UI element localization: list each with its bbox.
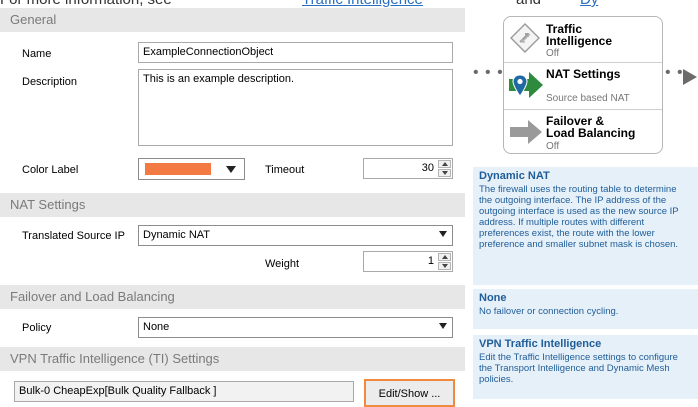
timeout-spin-buttons[interactable] <box>438 160 451 177</box>
description-input[interactable]: This is an example description. <box>138 69 453 146</box>
timeout-value: 30 <box>421 162 434 174</box>
failover-title-2: Load Balancing <box>546 126 636 140</box>
weight-spin-buttons[interactable] <box>438 253 451 270</box>
right-dots: • • <box>665 64 684 81</box>
info-dynamic-nat-text: The firewall uses the routing table to d… <box>479 184 679 250</box>
info-none-text: No failover or connection cycling. <box>479 306 619 317</box>
weight-stepper[interactable]: 1 <box>363 251 453 272</box>
traffic-intelligence-status: Off <box>546 48 560 59</box>
name-label: Name <box>22 48 52 60</box>
card-row-nat-settings[interactable]: NAT Settings Source based NAT <box>504 62 662 109</box>
chevron-down-icon <box>439 323 447 329</box>
info-dynamic-nat: Dynamic NAT The firewall uses the routin… <box>473 167 698 285</box>
intro-text: For more information, see Traffic Intell… <box>0 0 698 8</box>
info-vpn-ti: VPN Traffic Intelligence Edit the Traffi… <box>473 335 698 399</box>
chevron-down-icon <box>226 166 236 173</box>
failover-status: Off <box>546 141 560 152</box>
info-none-title: None <box>479 292 507 304</box>
policy-select[interactable]: None <box>138 317 453 338</box>
card-row-failover[interactable]: Failover & Load Balancing Off <box>504 109 662 153</box>
name-input[interactable]: ExampleConnectionObject <box>138 42 453 63</box>
flow-arrow-icon <box>683 69 697 85</box>
intro-text-start: For more information, see <box>0 0 172 8</box>
color-swatch <box>145 163 211 175</box>
spin-up-icon[interactable] <box>438 253 451 261</box>
policy-label: Policy <box>22 322 52 334</box>
description-label: Description <box>22 76 78 88</box>
feature-card: Traffic Intelligence Off NAT Settings So… <box>503 16 663 154</box>
traffic-intelligence-link[interactable]: Traffic Intelligence <box>302 0 423 8</box>
connection-object-settings: General Name ExampleConnectionObject Des… <box>0 8 465 407</box>
timeout-label: Timeout <box>265 164 305 176</box>
color-label-select[interactable] <box>138 158 245 180</box>
left-dots: • • • <box>473 64 504 81</box>
translated-source-ip-label: Translated Source IP <box>22 230 125 242</box>
timeout-stepper[interactable]: 30 <box>363 158 453 179</box>
connection-diagram: • • • Traffic Intelligence Off NAT Setti… <box>473 8 698 156</box>
section-failover: Failover and Load Balancing <box>0 285 465 309</box>
traffic-intelligence-title-2: Intelligence <box>546 34 613 48</box>
color-label-label: Color Label <box>22 164 79 176</box>
section-nat-settings: NAT Settings <box>0 193 465 217</box>
section-general: General <box>0 8 465 32</box>
spin-down-icon[interactable] <box>438 262 451 270</box>
weight-label: Weight <box>265 258 300 270</box>
nat-settings-title: NAT Settings <box>546 67 621 81</box>
ti-settings-field: Bulk-0 CheapExp[Bulk Quality Fallback ] <box>14 381 354 402</box>
chevron-down-icon <box>439 231 447 237</box>
traffic-intelligence-icon <box>510 23 540 53</box>
card-row-traffic-intelligence[interactable]: Traffic Intelligence Off <box>504 17 662 62</box>
section-vpn-ti: VPN Traffic Intelligence (TI) Settings <box>0 347 465 371</box>
nat-settings-icon <box>509 72 543 98</box>
edit-show-button[interactable]: Edit/Show ... <box>364 379 455 407</box>
intro-text-and: and <box>516 0 541 8</box>
info-vpn-ti-title: VPN Traffic Intelligence <box>479 338 602 350</box>
spin-up-icon[interactable] <box>438 160 451 168</box>
weight-value: 1 <box>427 255 434 267</box>
info-vpn-ti-text: Edit the Traffic Intelligence settings t… <box>479 352 678 385</box>
spin-down-icon[interactable] <box>438 169 451 177</box>
nat-settings-status: Source based NAT <box>546 93 630 104</box>
policy-value: None <box>143 321 170 333</box>
dynamic-link[interactable]: Dy <box>580 0 598 8</box>
translated-source-ip-value: Dynamic NAT <box>143 229 211 241</box>
translated-source-ip-select[interactable]: Dynamic NAT <box>138 225 453 246</box>
info-none: None No failover or connection cycling. <box>473 289 698 329</box>
failover-arrow-icon <box>510 120 542 144</box>
info-dynamic-nat-title: Dynamic NAT <box>479 170 550 182</box>
